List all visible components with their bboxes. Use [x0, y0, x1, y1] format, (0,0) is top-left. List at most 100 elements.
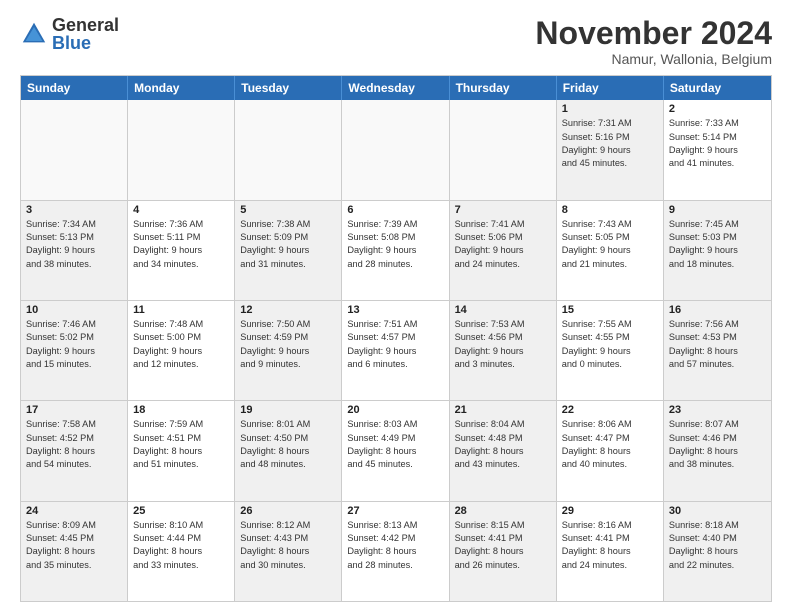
day-number: 29 — [562, 505, 658, 517]
calendar-cell: 16 Sunrise: 7:56 AM Sunset: 4:53 PM Dayli… — [664, 301, 771, 400]
calendar-cell: 28 Sunrise: 8:15 AM Sunset: 4:41 PM Dayli… — [450, 502, 557, 601]
day-info: Sunrise: 7:59 AM Sunset: 4:51 PM Dayligh… — [133, 418, 229, 471]
day-number: 11 — [133, 304, 229, 316]
day-info: Sunrise: 7:55 AM Sunset: 4:55 PM Dayligh… — [562, 318, 658, 371]
calendar-cell: 22Sunrise: 8:06 AM Sunset: 4:47 PM Dayli… — [557, 401, 664, 500]
day-info: Sunrise: 7:31 AM Sunset: 5:16 PM Dayligh… — [562, 117, 658, 170]
day-info: Sunrise: 7:39 AM Sunset: 5:08 PM Dayligh… — [347, 218, 443, 271]
calendar-cell — [21, 100, 128, 199]
day-of-week-header: Thursday — [450, 76, 557, 100]
calendar-row: 1 Sunrise: 7:31 AM Sunset: 5:16 PM Daylig… — [21, 100, 771, 199]
day-info: Sunrise: 8:01 AM Sunset: 4:50 PM Dayligh… — [240, 418, 336, 471]
day-info: Sunrise: 8:09 AM Sunset: 4:45 PM Dayligh… — [26, 519, 122, 572]
calendar-cell: 13 Sunrise: 7:51 AM Sunset: 4:57 PM Dayli… — [342, 301, 449, 400]
day-info: Sunrise: 8:16 AM Sunset: 4:41 PM Dayligh… — [562, 519, 658, 572]
page: General Blue November 2024 Namur, Wallon… — [0, 0, 792, 612]
day-info: Sunrise: 7:36 AM Sunset: 5:11 PM Dayligh… — [133, 218, 229, 271]
calendar-cell: 25Sunrise: 8:10 AM Sunset: 4:44 PM Dayli… — [128, 502, 235, 601]
day-number: 26 — [240, 505, 336, 517]
day-of-week-header: Monday — [128, 76, 235, 100]
day-info: Sunrise: 7:48 AM Sunset: 5:00 PM Dayligh… — [133, 318, 229, 371]
calendar-row: 10Sunrise: 7:46 AM Sunset: 5:02 PM Dayli… — [21, 300, 771, 400]
calendar-cell: 3 Sunrise: 7:34 AM Sunset: 5:13 PM Daylig… — [21, 201, 128, 300]
day-number: 7 — [455, 204, 551, 216]
day-info: Sunrise: 7:58 AM Sunset: 4:52 PM Dayligh… — [26, 418, 122, 471]
calendar-cell: 1 Sunrise: 7:31 AM Sunset: 5:16 PM Daylig… — [557, 100, 664, 199]
title-block: November 2024 Namur, Wallonia, Belgium — [535, 16, 772, 67]
day-info: Sunrise: 8:18 AM Sunset: 4:40 PM Dayligh… — [669, 519, 766, 572]
day-info: Sunrise: 8:15 AM Sunset: 4:41 PM Dayligh… — [455, 519, 551, 572]
day-info: Sunrise: 7:41 AM Sunset: 5:06 PM Dayligh… — [455, 218, 551, 271]
logo-icon — [20, 20, 48, 48]
calendar-cell: 8Sunrise: 7:43 AM Sunset: 5:05 PM Daylig… — [557, 201, 664, 300]
day-info: Sunrise: 7:45 AM Sunset: 5:03 PM Dayligh… — [669, 218, 766, 271]
calendar-cell: 24Sunrise: 8:09 AM Sunset: 4:45 PM Dayli… — [21, 502, 128, 601]
calendar-row: 17 Sunrise: 7:58 AM Sunset: 4:52 PM Dayli… — [21, 400, 771, 500]
day-of-week-header: Saturday — [664, 76, 771, 100]
calendar-cell: 15 Sunrise: 7:55 AM Sunset: 4:55 PM Dayli… — [557, 301, 664, 400]
day-number: 1 — [562, 103, 658, 115]
day-number: 4 — [133, 204, 229, 216]
calendar-cell: 10Sunrise: 7:46 AM Sunset: 5:02 PM Dayli… — [21, 301, 128, 400]
calendar-cell: 26 Sunrise: 8:12 AM Sunset: 4:43 PM Dayli… — [235, 502, 342, 601]
logo: General Blue — [20, 16, 119, 52]
calendar-cell: 20Sunrise: 8:03 AM Sunset: 4:49 PM Dayli… — [342, 401, 449, 500]
day-number: 17 — [26, 404, 122, 416]
calendar-cell — [235, 100, 342, 199]
day-info: Sunrise: 7:50 AM Sunset: 4:59 PM Dayligh… — [240, 318, 336, 371]
calendar-cell: 23Sunrise: 8:07 AM Sunset: 4:46 PM Dayli… — [664, 401, 771, 500]
day-info: Sunrise: 7:51 AM Sunset: 4:57 PM Dayligh… — [347, 318, 443, 371]
day-info: Sunrise: 7:43 AM Sunset: 5:05 PM Dayligh… — [562, 218, 658, 271]
month-title: November 2024 — [535, 16, 772, 51]
day-info: Sunrise: 8:04 AM Sunset: 4:48 PM Dayligh… — [455, 418, 551, 471]
day-number: 20 — [347, 404, 443, 416]
calendar-cell: 21 Sunrise: 8:04 AM Sunset: 4:48 PM Dayli… — [450, 401, 557, 500]
day-number: 22 — [562, 404, 658, 416]
day-info: Sunrise: 7:38 AM Sunset: 5:09 PM Dayligh… — [240, 218, 336, 271]
day-number: 9 — [669, 204, 766, 216]
day-info: Sunrise: 8:13 AM Sunset: 4:42 PM Dayligh… — [347, 519, 443, 572]
calendar-header: SundayMondayTuesdayWednesdayThursdayFrid… — [21, 76, 771, 100]
day-info: Sunrise: 7:56 AM Sunset: 4:53 PM Dayligh… — [669, 318, 766, 371]
logo-text: General Blue — [52, 16, 119, 52]
day-number: 12 — [240, 304, 336, 316]
calendar-row: 3 Sunrise: 7:34 AM Sunset: 5:13 PM Daylig… — [21, 200, 771, 300]
day-info: Sunrise: 7:33 AM Sunset: 5:14 PM Dayligh… — [669, 117, 766, 170]
calendar-cell: 6 Sunrise: 7:39 AM Sunset: 5:08 PM Daylig… — [342, 201, 449, 300]
day-of-week-header: Tuesday — [235, 76, 342, 100]
day-info: Sunrise: 7:34 AM Sunset: 5:13 PM Dayligh… — [26, 218, 122, 271]
day-number: 15 — [562, 304, 658, 316]
calendar-cell: 18 Sunrise: 7:59 AM Sunset: 4:51 PM Dayli… — [128, 401, 235, 500]
calendar-row: 24Sunrise: 8:09 AM Sunset: 4:45 PM Dayli… — [21, 501, 771, 601]
calendar-cell: 12 Sunrise: 7:50 AM Sunset: 4:59 PM Dayli… — [235, 301, 342, 400]
day-number: 2 — [669, 103, 766, 115]
calendar-cell: 5 Sunrise: 7:38 AM Sunset: 5:09 PM Daylig… — [235, 201, 342, 300]
day-number: 3 — [26, 204, 122, 216]
day-number: 13 — [347, 304, 443, 316]
day-number: 14 — [455, 304, 551, 316]
calendar-cell: 9 Sunrise: 7:45 AM Sunset: 5:03 PM Daylig… — [664, 201, 771, 300]
day-of-week-header: Sunday — [21, 76, 128, 100]
calendar-cell — [128, 100, 235, 199]
day-number: 6 — [347, 204, 443, 216]
day-number: 28 — [455, 505, 551, 517]
day-number: 5 — [240, 204, 336, 216]
calendar-cell: 14 Sunrise: 7:53 AM Sunset: 4:56 PM Dayli… — [450, 301, 557, 400]
day-number: 27 — [347, 505, 443, 517]
day-info: Sunrise: 8:12 AM Sunset: 4:43 PM Dayligh… — [240, 519, 336, 572]
day-number: 19 — [240, 404, 336, 416]
logo-blue: Blue — [52, 34, 119, 52]
calendar-cell: 2 Sunrise: 7:33 AM Sunset: 5:14 PM Daylig… — [664, 100, 771, 199]
day-number: 21 — [455, 404, 551, 416]
calendar-body: 1 Sunrise: 7:31 AM Sunset: 5:16 PM Daylig… — [21, 100, 771, 601]
logo-general: General — [52, 16, 119, 34]
calendar-cell: 30Sunrise: 8:18 AM Sunset: 4:40 PM Dayli… — [664, 502, 771, 601]
calendar-cell — [450, 100, 557, 199]
location-subtitle: Namur, Wallonia, Belgium — [535, 51, 772, 67]
day-number: 16 — [669, 304, 766, 316]
day-of-week-header: Wednesday — [342, 76, 449, 100]
day-info: Sunrise: 7:53 AM Sunset: 4:56 PM Dayligh… — [455, 318, 551, 371]
day-number: 10 — [26, 304, 122, 316]
header: General Blue November 2024 Namur, Wallon… — [20, 16, 772, 67]
day-number: 18 — [133, 404, 229, 416]
